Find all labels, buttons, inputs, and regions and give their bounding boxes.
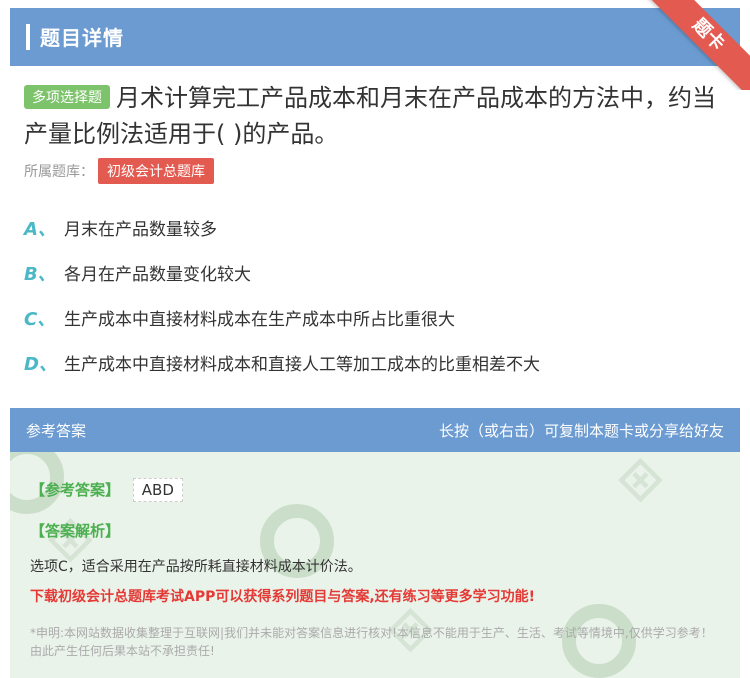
option-c[interactable]: C、 生产成本中直接材料成本在生产成本中所占比重很大 — [24, 295, 724, 340]
option-text: 生产成本中直接材料成本在生产成本中所占比重很大 — [64, 310, 455, 330]
answer-header: 参考答案 长按（或右击）可复制本题卡或分享给好友 — [10, 408, 740, 452]
option-text: 各月在产品数量变化较大 — [64, 265, 251, 285]
corner-ribbon: 题卡 — [640, 0, 750, 90]
option-letter: B、 — [24, 263, 56, 285]
option-b[interactable]: B、 各月在产品数量变化较大 — [24, 250, 724, 295]
page-title: 题目详情 — [40, 26, 124, 50]
answer-row: 【参考答案】 ABD — [30, 478, 183, 502]
bank-label: 所属题库： — [24, 164, 94, 180]
option-letter: D、 — [24, 353, 57, 375]
header-accent-bar — [26, 24, 30, 50]
option-text: 生产成本中直接材料成本和直接人工等加工成本的比重相差不大 — [64, 355, 540, 375]
option-letter: A、 — [24, 218, 56, 240]
page-header: 题目详情 — [10, 8, 740, 66]
answer-label: 【参考答案】 — [30, 481, 121, 499]
question-card-page: 题目详情 题卡 多项选择题 月术计算完工产品成本和月末在产品成本的方法中，约当产量… — [0, 0, 750, 678]
option-letter: C、 — [24, 308, 56, 330]
answer-body: ⊞ ⊞ ⊞ 【参考答案】 ABD 【答案解析】 选项C，适合采用在产品按所耗直接… — [10, 452, 740, 678]
question-type-tag: 多项选择题 — [24, 85, 110, 109]
answer-header-title: 参考答案 — [26, 422, 87, 440]
option-d[interactable]: D、 生产成本中直接材料成本和直接人工等加工成本的比重相差不大 — [24, 340, 724, 385]
question-block: 多项选择题 月术计算完工产品成本和月末在产品成本的方法中，约当产量比例法适用于( … — [24, 80, 724, 152]
watermark-logo: ⊞ — [606, 452, 672, 512]
explanation-text: 选项C，适合采用在产品按所耗直接材料成本计价法。 — [30, 559, 362, 575]
option-text: 月末在产品数量较多 — [64, 220, 217, 240]
options-list: A、 月末在产品数量较多 B、 各月在产品数量变化较大 C、 生产成本中直接材料… — [24, 205, 724, 385]
disclaimer-text: *申明:本网站数据收集整理于互联网|我们并未能对答案信息进行核对!本信息不能用于… — [30, 626, 713, 658]
download-app-promo[interactable]: 下载初级会计总题库考试APP可以获得系列题目与答案,还有练习等更多学习功能! — [30, 586, 535, 606]
copy-share-hint[interactable]: 长按（或右击）可复制本题卡或分享给好友 — [439, 420, 724, 441]
ribbon-label: 题卡 — [647, 0, 750, 90]
explanation-label: 【答案解析】 — [30, 522, 121, 540]
question-text: 月术计算完工产品成本和月末在产品成本的方法中，约当产量比例法适用于( )的产品。 — [24, 84, 716, 148]
answer-value: ABD — [132, 478, 183, 502]
question-bank-row: 所属题库： 初级会计总题库 — [24, 158, 214, 184]
option-a[interactable]: A、 月末在产品数量较多 — [24, 205, 724, 250]
bank-tag[interactable]: 初级会计总题库 — [98, 158, 214, 184]
